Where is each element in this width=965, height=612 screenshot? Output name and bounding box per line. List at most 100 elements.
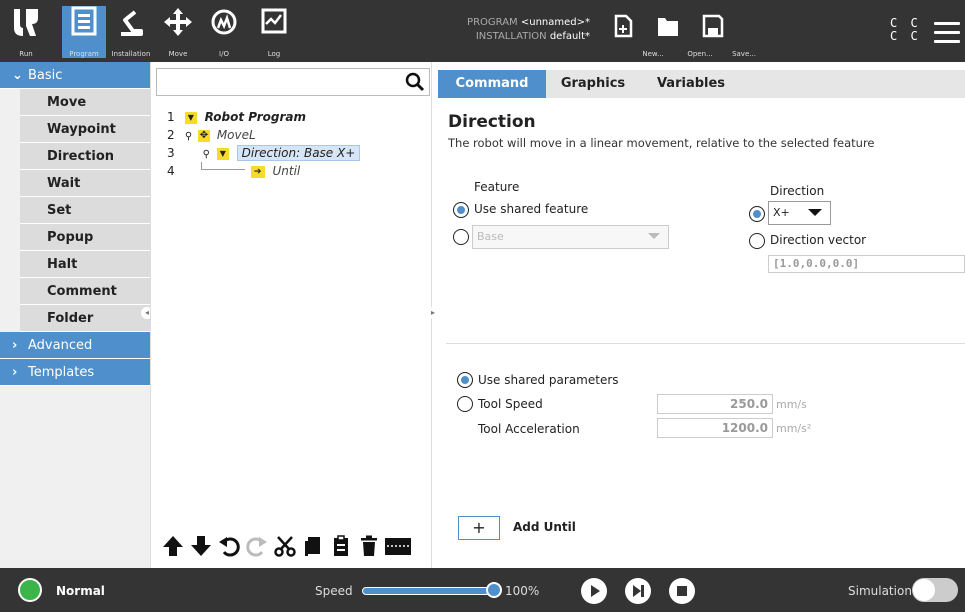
nav-item-set[interactable]: Set: [20, 197, 150, 224]
pin-icon: ⚲: [202, 149, 210, 160]
feature-dropdown-value: Base: [477, 230, 504, 243]
move-down-icon[interactable]: [190, 534, 212, 558]
io-label: I/O: [219, 50, 229, 58]
direction-label: Direction: [770, 184, 825, 198]
command-tabs: Command Graphics Variables: [438, 70, 965, 98]
templates-category[interactable]: › Templates: [0, 359, 150, 386]
use-shared-feature-radio[interactable]: [453, 202, 469, 218]
tool-acceleration-field[interactable]: 1200.0: [657, 418, 773, 438]
io-gauge-icon: [211, 9, 237, 35]
tree-search-input[interactable]: [156, 68, 430, 96]
chevron-right-icon: ›: [12, 338, 18, 353]
custom-feature-radio[interactable]: [453, 229, 469, 245]
add-until-label: Add Until: [513, 520, 576, 534]
tree-row[interactable]: 2 ⚲ ✥ MoveL: [167, 126, 256, 144]
tab-graphics[interactable]: Graphics: [550, 70, 636, 98]
tool-speed-unit: mm/s: [776, 398, 807, 411]
simulation-toggle[interactable]: [912, 578, 958, 602]
delete-icon[interactable]: [358, 534, 380, 558]
nav-item-move[interactable]: Move: [20, 89, 150, 116]
direction-axis-radio[interactable]: [749, 206, 765, 222]
cut-icon[interactable]: [274, 534, 296, 558]
feature-dropdown[interactable]: Base: [472, 225, 669, 249]
tree-node-label: Direction: Base X+: [236, 145, 361, 161]
io-tab-button[interactable]: I/O: [204, 6, 244, 58]
program-node-nav: ⌄ Basic Move Waypoint Direction Wait Set …: [0, 62, 150, 568]
stop-button[interactable]: [669, 578, 695, 604]
speed-slider-handle[interactable]: [486, 582, 502, 598]
page-description: The robot will move in a linear movement…: [448, 136, 875, 150]
nav-item-halt[interactable]: Halt: [20, 251, 150, 278]
tab-command[interactable]: Command: [438, 70, 546, 98]
basic-category[interactable]: ⌄ Basic: [0, 62, 150, 89]
nav-item-comment[interactable]: Comment: [20, 278, 150, 305]
direction-vector-label: Direction vector: [770, 233, 867, 247]
plus-icon[interactable]: +: [458, 516, 500, 540]
divider: [446, 343, 965, 344]
open-file-button[interactable]: Open...: [648, 14, 713, 58]
top-bar: Run Program Installation Move I/O Log PR…: [0, 0, 965, 62]
hamburger-menu-icon[interactable]: [934, 22, 960, 44]
nav-item-wait[interactable]: Wait: [20, 170, 150, 197]
add-until-button[interactable]: + Add Until: [458, 516, 638, 540]
cc-line-2: C C: [890, 29, 921, 43]
paste-icon[interactable]: [330, 534, 352, 558]
suppress-icon[interactable]: [384, 534, 412, 558]
use-shared-parameters-radio[interactable]: [457, 372, 473, 388]
use-shared-feature-label: Use shared feature: [474, 202, 589, 216]
folder-icon: [658, 18, 678, 36]
nav-item-waypoint[interactable]: Waypoint: [20, 116, 150, 143]
redo-icon[interactable]: [246, 534, 268, 558]
direction-dropdown-value: X+: [773, 206, 790, 219]
tree-node-label: MoveL: [216, 128, 256, 142]
new-file-icon: [614, 14, 633, 38]
direction-vector-radio[interactable]: [749, 233, 765, 249]
robot-status-icon[interactable]: [18, 578, 42, 602]
save-icon: [702, 14, 724, 38]
tree-row-selected[interactable]: 3 ⚲ ▼ Direction: Base X+: [167, 144, 361, 162]
tool-speed-field[interactable]: 250.0: [657, 394, 773, 414]
log-tab-button[interactable]: Log: [254, 6, 294, 58]
run-tab-button[interactable]: Run: [6, 6, 46, 58]
robot-status-text: Normal: [56, 584, 105, 598]
program-name: <unnamed>*: [520, 17, 590, 28]
expand-triangle-icon[interactable]: ▼: [216, 147, 229, 160]
nav-item-folder[interactable]: Folder: [20, 305, 150, 332]
tool-speed-radio[interactable]: [457, 396, 473, 412]
direction-panel: Direction The robot will move in a linea…: [438, 98, 965, 568]
save-file-button[interactable]: Save...: [693, 14, 756, 58]
expand-triangle-icon[interactable]: ▼: [184, 111, 197, 124]
move-up-icon[interactable]: [162, 534, 184, 558]
simulation-label: Simulation: [848, 584, 912, 598]
play-button[interactable]: [581, 578, 607, 604]
use-shared-parameters-label: Use shared parameters: [478, 373, 619, 387]
log-label: Log: [267, 50, 281, 58]
basic-category-label: Basic: [28, 68, 63, 83]
program-tab-button[interactable]: Program: [62, 6, 106, 58]
tool-speed-label: Tool Speed: [478, 397, 543, 411]
run-label: Run: [19, 50, 33, 58]
direction-dropdown[interactable]: X+: [768, 201, 831, 225]
move-label: Move: [168, 50, 188, 58]
search-icon[interactable]: [405, 72, 425, 92]
tree-row[interactable]: 4 ➔ Until: [167, 162, 300, 180]
nav-item-popup[interactable]: Popup: [20, 224, 150, 251]
copy-icon[interactable]: [302, 534, 324, 558]
program-tree-pane: 1 ▼ Robot Program 2 ⚲ ✥ MoveL 3 ⚲ ▼ Dire…: [150, 62, 432, 568]
nav-item-direction[interactable]: Direction: [20, 143, 150, 170]
direction-vector-field[interactable]: [1.0,0.0,0.0]: [768, 255, 965, 273]
advanced-category[interactable]: › Advanced: [0, 332, 150, 359]
play-icon: [591, 585, 600, 597]
new-file-button[interactable]: New...: [603, 14, 664, 58]
tree-row-number: 2: [167, 128, 175, 142]
step-button[interactable]: [625, 578, 651, 604]
tab-variables[interactable]: Variables: [646, 70, 736, 98]
tree-row[interactable]: 1 ▼ Robot Program: [167, 108, 306, 126]
installation-tab-button[interactable]: Installation: [108, 6, 154, 58]
move-tab-button[interactable]: Move: [158, 6, 198, 58]
speed-slider[interactable]: [362, 587, 494, 595]
installation-label: Installation: [111, 50, 151, 58]
undo-icon[interactable]: [218, 534, 240, 558]
move-arrows-icon: [164, 8, 192, 36]
program-key: PROGRAM: [467, 17, 518, 28]
